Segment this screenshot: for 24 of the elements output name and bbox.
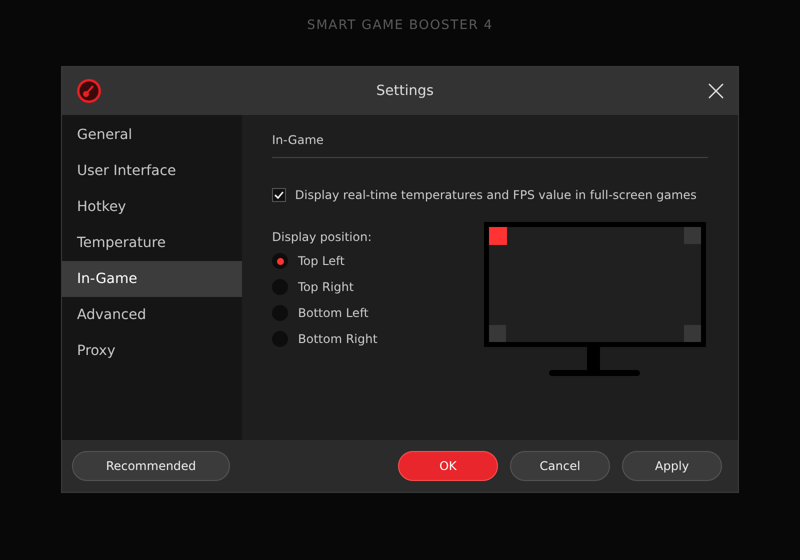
dialog-button[interactable]: OK — [398, 451, 498, 481]
sidebar-item[interactable]: Proxy — [62, 333, 242, 369]
sidebar-item[interactable]: Advanced — [62, 297, 242, 333]
sidebar-item[interactable]: Hotkey — [62, 189, 242, 225]
section-heading: In-Game — [272, 133, 708, 158]
checkbox-label: Display real-time temperatures and FPS value in full-screen games — [295, 188, 697, 202]
radio-label: Bottom Right — [298, 332, 378, 346]
radio-button[interactable] — [272, 253, 288, 269]
dialog-title: Settings — [375, 83, 435, 99]
radio-label: Bottom Left — [298, 306, 368, 320]
dialog-button[interactable]: Recommended — [72, 451, 230, 481]
position-label: Display position: — [272, 230, 373, 244]
sidebar-item[interactable]: User Interface — [62, 153, 242, 189]
gauge-icon — [76, 78, 102, 104]
sidebar-item[interactable]: Temperature — [62, 225, 242, 261]
radio-label: Top Left — [298, 254, 345, 268]
sidebar-item[interactable]: General — [62, 117, 242, 153]
checkbox[interactable] — [272, 188, 286, 202]
close-icon[interactable] — [708, 83, 724, 99]
radio-label: Top Right — [298, 280, 354, 294]
dialog-button[interactable]: Cancel — [510, 451, 610, 481]
dialog-button[interactable]: Apply — [622, 451, 722, 481]
app-title: SMART GAME BOOSTER 4 — [306, 18, 494, 32]
sidebar-item[interactable]: In-Game — [62, 261, 242, 297]
